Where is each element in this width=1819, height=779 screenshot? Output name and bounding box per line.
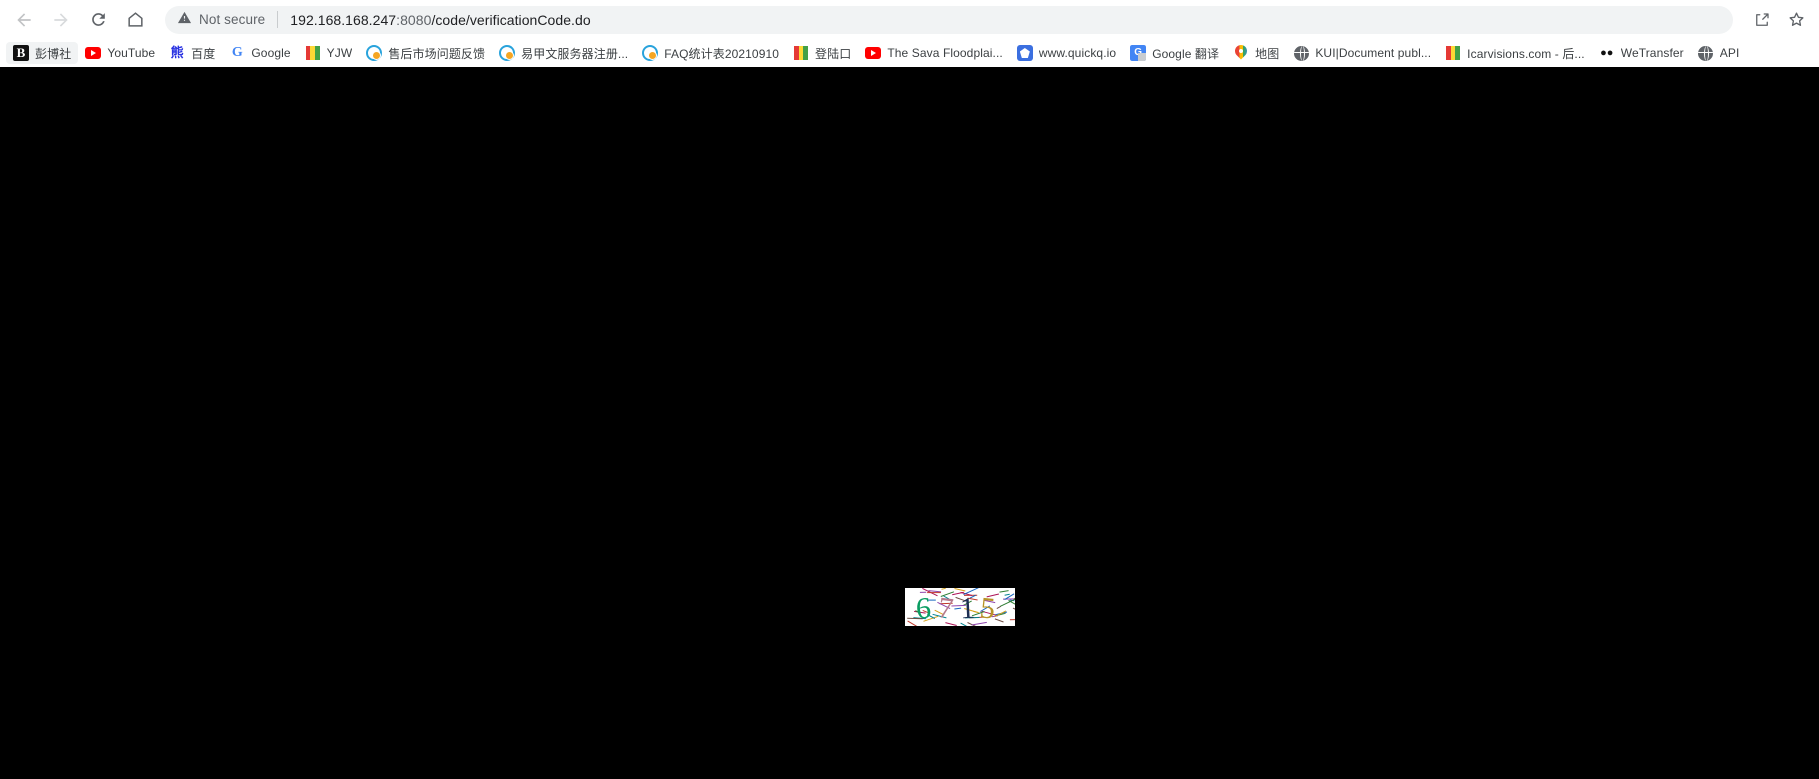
bookmark-item[interactable]: FAQ统计表20210910 [635, 42, 786, 64]
warning-triangle-icon [177, 10, 192, 30]
bookmark-label: API [1719, 46, 1740, 60]
bookmark-label: FAQ统计表20210910 [664, 46, 780, 61]
verification-code-image[interactable]: 6715 [905, 588, 1015, 626]
omnibox-divider [277, 11, 279, 28]
stripe-icon [1445, 45, 1461, 61]
chat-icon [366, 45, 383, 61]
bookmark-item[interactable]: 登陆口 [786, 42, 858, 64]
address-bar[interactable]: Not secure 192.168.168.247:8080/code/ver… [165, 5, 1733, 34]
youtube-icon [85, 45, 102, 61]
youtube-icon [865, 45, 882, 61]
bookmark-label: 彭博社 [35, 46, 72, 61]
map-pin-icon [1233, 45, 1249, 61]
bookmark-item[interactable]: G Google [222, 42, 297, 64]
quickq-icon [1016, 45, 1033, 61]
bookmark-label: 易甲文服务器注册... [521, 46, 629, 61]
bookmark-label: WeTransfer [1620, 46, 1684, 60]
bookmark-label: Google 翻译 [1152, 46, 1220, 61]
security-status-text: Not secure [199, 12, 266, 27]
bookmark-item[interactable]: KUI|Document publ... [1286, 42, 1438, 64]
bookmark-item[interactable]: 熊百度 [162, 42, 222, 64]
bookmark-item[interactable]: API [1691, 42, 1747, 64]
home-icon [126, 10, 145, 29]
bookmark-item[interactable]: 售后市场问题反馈 [359, 42, 492, 64]
reload-icon [89, 10, 108, 29]
browser-chrome: Not secure 192.168.168.247:8080/code/ver… [0, 0, 1819, 67]
bookmark-label: The Sava Floodplai... [887, 46, 1003, 60]
bookmark-item[interactable]: 易甲文服务器注册... [492, 42, 635, 64]
site-security-chip[interactable]: Not secure [177, 10, 265, 30]
bookmark-item[interactable]: 地图 [1226, 42, 1286, 64]
browser-toolbar: Not secure 192.168.168.247:8080/code/ver… [0, 0, 1819, 39]
bookmark-item[interactable]: YouTube [78, 42, 162, 64]
bookmark-label: 售后市场问题反馈 [388, 46, 486, 61]
bookmark-label: KUI|Document publ... [1315, 46, 1432, 60]
bookmark-label: 地图 [1255, 46, 1280, 61]
forward-button[interactable] [45, 4, 77, 36]
bookmark-item[interactable]: ●● WeTransfer [1592, 42, 1691, 64]
bookmark-item[interactable]: G Google 翻译 [1123, 42, 1226, 64]
bookmark-label: Google [251, 46, 291, 60]
bookmark-label: YouTube [107, 46, 156, 60]
wetransfer-icon: ●● [1600, 47, 1614, 59]
captcha-canvas: 6715 [905, 588, 1015, 626]
globe-icon [1698, 45, 1714, 61]
bookmark-label: www.quickq.io [1038, 46, 1117, 60]
bookmark-item[interactable]: B 彭博社 [6, 42, 79, 64]
back-button[interactable] [8, 4, 40, 36]
bookmark-label: YJW [326, 46, 353, 60]
globe-icon [1293, 45, 1309, 61]
captcha-digit: 1 [959, 592, 976, 626]
google-translate-icon: G [1130, 45, 1147, 61]
stripe-icon [793, 45, 809, 61]
arrow-left-icon [14, 10, 34, 30]
captcha-digit: 6 [915, 592, 932, 626]
bookmarks-bar: B 彭博社 YouTube 熊百度 G Google YJW 售后市场问题反馈 易甲文服务器注册… [0, 39, 1819, 67]
arrow-right-icon [51, 10, 71, 30]
home-button[interactable] [119, 4, 151, 36]
reload-button[interactable] [82, 4, 114, 36]
chat-icon [642, 45, 659, 61]
baidu-icon: 熊 [170, 45, 184, 60]
page-content: 6715 [0, 67, 1819, 779]
stripe-icon [305, 45, 321, 61]
bookmark-label: Icarvisions.com - 后... [1467, 46, 1585, 61]
share-icon[interactable] [1747, 5, 1777, 35]
bookmark-item[interactable]: www.quickq.io [1010, 42, 1123, 64]
bloomberg-icon: B [13, 45, 29, 61]
google-icon: G [231, 45, 243, 60]
bookmark-item[interactable]: Icarvisions.com - 后... [1438, 42, 1592, 64]
bookmark-label: 登陆口 [815, 46, 852, 61]
bookmark-item[interactable]: The Sava Floodplai... [858, 42, 1010, 64]
bookmark-star-icon[interactable] [1781, 5, 1811, 35]
bookmark-label: 百度 [191, 46, 216, 61]
chat-icon [499, 45, 516, 61]
url-text: 192.168.168.247:8080/code/verificationCo… [290, 11, 591, 28]
bookmark-item[interactable]: YJW [298, 42, 360, 64]
